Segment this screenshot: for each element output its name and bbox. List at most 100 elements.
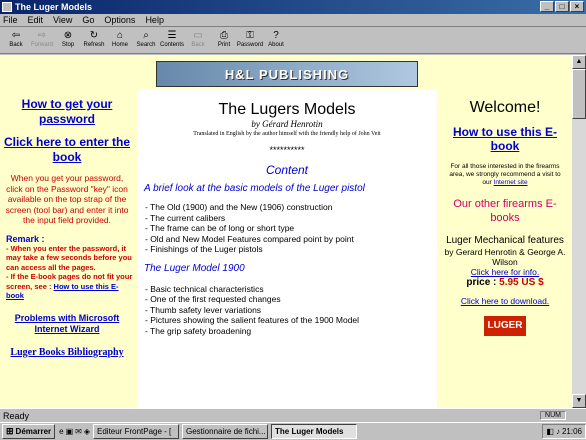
vertical-scrollbar[interactable]: ▲ ▼	[572, 55, 586, 408]
maximize-button[interactable]: □	[555, 1, 569, 12]
translation-note: Translated in English by the author hims…	[193, 131, 381, 137]
toolbar-button-about-10[interactable]: ? About	[263, 28, 289, 53]
how-to-use-link[interactable]: How to use this E-book	[440, 125, 570, 153]
toolbar-label: Stop	[61, 42, 75, 48]
info-link[interactable]: Click here for info.	[440, 267, 570, 277]
key-icon: ⚿	[246, 30, 254, 41]
minimize-button[interactable]: _	[540, 1, 554, 12]
password-info: When you get your password, click on the…	[5, 173, 129, 225]
toolbar-label: Print	[217, 42, 231, 48]
remark-title: Remark :	[6, 233, 45, 244]
toolbar-button-stop-2[interactable]: ⊗ Stop	[55, 28, 81, 53]
other-ebooks-heading: Our other firearms E-books	[453, 198, 557, 224]
menu-options[interactable]: Options	[104, 15, 135, 25]
list-item[interactable]: - Pictures showing the salient features …	[145, 315, 437, 326]
list-item[interactable]: - Finishings of the Luger pistols	[145, 244, 437, 255]
toolbar-button-password-9[interactable]: ⚿ Password	[237, 28, 263, 53]
toolbar-button-home-4[interactable]: ⌂ Home	[107, 28, 133, 53]
welcome-heading: Welcome!	[469, 99, 541, 116]
section-1-list: - The Old (1900) and the New (1906) cons…	[137, 202, 437, 255]
outlook-icon[interactable]: ✉	[75, 427, 82, 436]
clock: 21:06	[561, 427, 582, 436]
back-page-icon: ▭	[193, 30, 203, 41]
toolbar-button-print-8[interactable]: ⎙ Print	[211, 28, 237, 53]
right-column: Welcome! How to use this E-book For all …	[440, 89, 570, 336]
book-author: by Gerard Henrotin & George A. Wilson	[444, 247, 566, 267]
menu-help[interactable]: Help	[145, 15, 164, 25]
num-indicator: NUM	[540, 411, 566, 420]
price-value: 5.95 US $	[499, 277, 544, 288]
start-button[interactable]: ⊞ Démarrer	[2, 424, 56, 439]
quick-launch: e ▣ ✉ ◈	[59, 427, 90, 436]
stars-divider: **********	[269, 145, 305, 155]
search-icon: ⌕	[143, 30, 149, 41]
contents-icon: ☰	[167, 30, 177, 41]
toolbar-label: Search	[136, 42, 156, 48]
scroll-down-button[interactable]: ▼	[572, 394, 586, 408]
toolbar-button-search-5[interactable]: ⌕ Search	[133, 28, 159, 53]
left-column: How to get your password Click here to e…	[0, 89, 134, 358]
back-icon: ⇦	[11, 30, 21, 41]
volume-icon[interactable]: ♪	[556, 427, 560, 436]
price-label: price :	[466, 277, 500, 288]
page-title: The Lugers Models	[218, 101, 356, 118]
list-item[interactable]: - Basic technical characteristics	[145, 284, 437, 295]
password-link[interactable]: How to get your password	[0, 97, 134, 127]
list-item[interactable]: - The grip safety broadening	[145, 326, 437, 337]
taskbar: ⊞ Démarrer e ▣ ✉ ◈ Editeur FrontPage - […	[0, 422, 586, 440]
toolbar-button-back-0[interactable]: ⇦ Back	[3, 28, 29, 53]
scroll-up-button[interactable]: ▲	[572, 55, 586, 69]
taskbar-task[interactable]: The Luger Models	[271, 424, 357, 439]
ie-icon[interactable]: e	[59, 427, 63, 436]
close-button[interactable]: ×	[570, 1, 584, 12]
menu-go[interactable]: Go	[82, 15, 94, 25]
tray-icon[interactable]: ◧	[546, 427, 554, 436]
content-heading: Content	[265, 163, 309, 177]
menu-view[interactable]: View	[53, 15, 72, 25]
status-text: Ready	[3, 410, 30, 421]
section-2-heading[interactable]: The Luger Model 1900	[137, 263, 437, 274]
bibliography-link[interactable]: Luger Books Bibliography	[0, 347, 134, 358]
download-link[interactable]: Click here to download.	[440, 296, 570, 306]
list-item[interactable]: - One of the first requested changes	[145, 294, 437, 305]
start-label: Démarrer	[15, 427, 52, 436]
list-item[interactable]: - Old and New Model Features compared po…	[145, 234, 437, 245]
section-1-heading[interactable]: A brief look at the basic models of the …	[137, 183, 437, 194]
list-item[interactable]: - The current calibers	[145, 213, 437, 224]
toolbar-label: About	[268, 42, 284, 48]
toolbar-label: Back	[191, 42, 205, 48]
menu-edit[interactable]: Edit	[28, 15, 44, 25]
refresh-icon: ↻	[89, 30, 99, 41]
problems-link[interactable]: Problems with Microsoft Internet Wizard	[0, 313, 134, 335]
title-bar: The Luger Models _ □ ×	[0, 0, 586, 14]
desktop-icon[interactable]: ▣	[66, 427, 74, 436]
toolbar-label: Contents	[159, 42, 184, 48]
scroll-thumb[interactable]	[572, 69, 586, 119]
menu-bar: File Edit View Go Options Help	[0, 14, 586, 27]
toolbar-label: Home	[111, 42, 128, 48]
list-item[interactable]: - Thumb safety lever variations	[145, 305, 437, 316]
menu-file[interactable]: File	[3, 15, 18, 25]
toolbar: ⇦ Back ⇨ Forward ⊗ Stop ↻ Refresh ⌂ Home ⌕ Search ☰ C…	[0, 28, 586, 54]
toolbar-button-forward-1: ⇨ Forward	[29, 28, 55, 53]
status-bar: Ready NUM	[0, 408, 586, 422]
print-icon: ⎙	[220, 30, 228, 41]
remark-1: - When you enter the password, it may ta…	[6, 243, 132, 272]
taskbar-task[interactable]: Gestionnaire de fichi...	[182, 424, 268, 439]
publisher-banner[interactable]: H&L PUBLISHING	[156, 61, 418, 87]
system-tray: ◧ ♪ 21:06	[542, 424, 586, 439]
app-icon	[2, 2, 12, 12]
toolbar-button-refresh-3[interactable]: ↻ Refresh	[81, 28, 107, 53]
list-item[interactable]: - The frame can be of long or short type	[145, 223, 437, 234]
list-item[interactable]: - The Old (1900) and the New (1906) cons…	[145, 202, 437, 213]
enter-book-link[interactable]: Click here to enter the book	[0, 135, 134, 165]
toolbar-button-contents-6[interactable]: ☰ Contents	[159, 28, 185, 53]
cover-text: LUGER	[487, 320, 523, 331]
page-content: H&L PUBLISHING How to get your password …	[0, 55, 572, 408]
taskbar-task[interactable]: Editeur FrontPage - [	[93, 424, 179, 439]
toolbar-label: Forward	[30, 42, 53, 48]
author: by Gérard Henrotin	[251, 119, 323, 129]
stop-icon: ⊗	[63, 30, 73, 41]
internet-site-link[interactable]: Internet site	[494, 179, 528, 186]
book-cover-thumbnail[interactable]: LUGER	[484, 316, 526, 336]
